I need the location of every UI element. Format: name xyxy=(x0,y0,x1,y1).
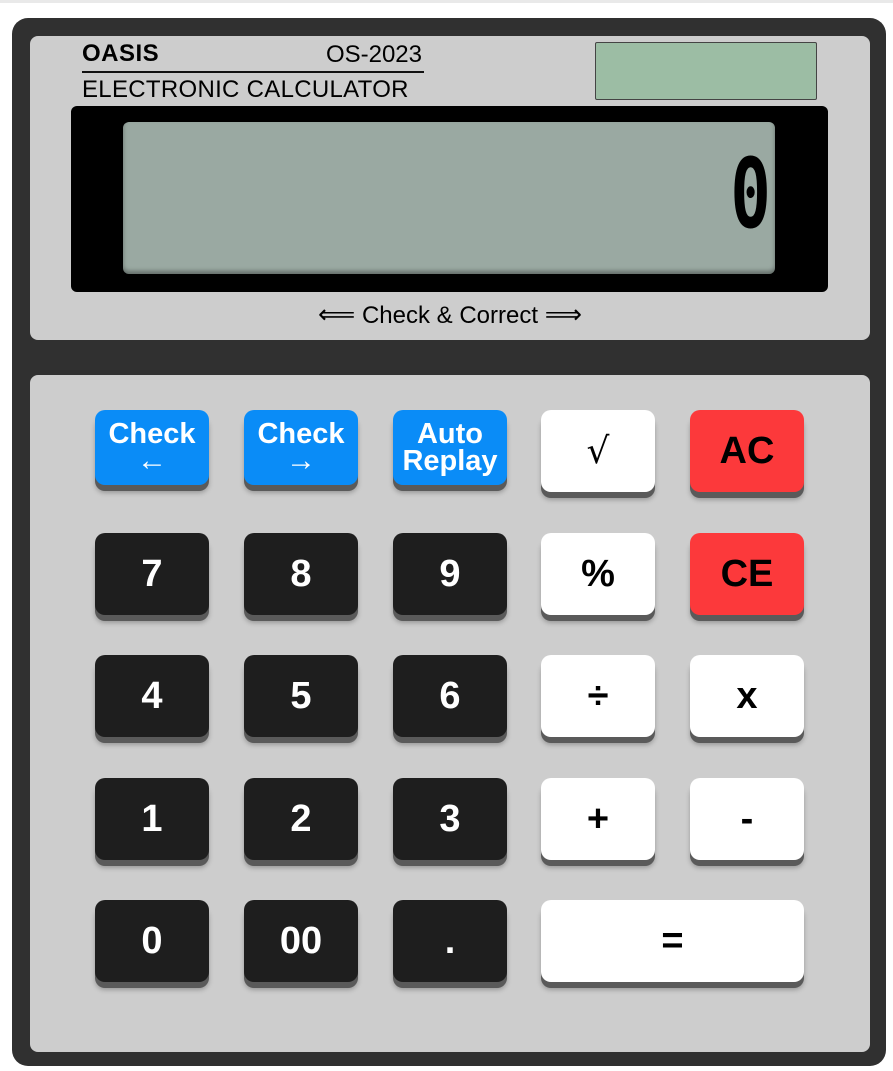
square-root-icon: √ xyxy=(586,430,610,472)
lcd-screen: 0 xyxy=(123,122,775,274)
brand-name: OASIS xyxy=(82,40,160,67)
digit-3-button[interactable]: 3 xyxy=(393,778,507,860)
calculator-body: OASIS OS-2023 ELECTRONIC CALCULATOR 0 ⟸ … xyxy=(12,18,886,1066)
auto-replay-label-line1: Auto xyxy=(416,417,484,450)
left-arrow-icon: ← xyxy=(137,444,167,477)
brand-header: OASIS OS-2023 xyxy=(82,40,424,73)
double-zero-button[interactable]: 00 xyxy=(244,900,358,982)
all-clear-button[interactable]: AC xyxy=(690,410,804,492)
brand-subtitle: ELECTRONIC CALCULATOR xyxy=(82,76,409,103)
check-back-button[interactable]: Check ← xyxy=(95,410,209,485)
check-forward-button[interactable]: Check → xyxy=(244,410,358,485)
digit-0-button[interactable]: 0 xyxy=(95,900,209,982)
display-panel: OASIS OS-2023 ELECTRONIC CALCULATOR 0 ⟸ … xyxy=(30,36,870,340)
multiply-button[interactable]: x xyxy=(690,655,804,737)
digit-2-button[interactable]: 2 xyxy=(244,778,358,860)
equals-button[interactable]: = xyxy=(541,900,804,982)
square-root-button[interactable]: √ xyxy=(541,410,655,492)
right-double-arrow-icon: ⟹ xyxy=(544,299,582,330)
digit-5-button[interactable]: 5 xyxy=(244,655,358,737)
solar-panel xyxy=(595,42,817,100)
digit-1-button[interactable]: 1 xyxy=(95,778,209,860)
plus-button[interactable]: + xyxy=(541,778,655,860)
display-bezel: 0 xyxy=(71,106,828,292)
divide-button[interactable]: ÷ xyxy=(541,655,655,737)
keypad-panel: Check ← Check → Auto Replay √ AC 7 8 9 %… xyxy=(30,375,870,1052)
digit-6-button[interactable]: 6 xyxy=(393,655,507,737)
digit-7-button[interactable]: 7 xyxy=(95,533,209,615)
auto-replay-button[interactable]: Auto Replay xyxy=(393,410,507,485)
digit-8-button[interactable]: 8 xyxy=(244,533,358,615)
digit-4-button[interactable]: 4 xyxy=(95,655,209,737)
model-number: OS-2023 xyxy=(325,41,422,68)
check-correct-text: Check & Correct xyxy=(361,302,539,329)
check-correct-label: ⟸ Check & Correct ⟹ xyxy=(30,299,870,330)
left-double-arrow-icon: ⟸ xyxy=(318,299,356,330)
display-value: 0 xyxy=(730,138,771,250)
decimal-point-button[interactable]: . xyxy=(393,900,507,982)
page-top-divider xyxy=(0,0,893,3)
percent-button[interactable]: % xyxy=(541,533,655,615)
clear-entry-button[interactable]: CE xyxy=(690,533,804,615)
auto-replay-label-line2: Replay xyxy=(402,444,498,477)
right-arrow-icon: → xyxy=(286,444,316,477)
digit-9-button[interactable]: 9 xyxy=(393,533,507,615)
minus-button[interactable]: - xyxy=(690,778,804,860)
